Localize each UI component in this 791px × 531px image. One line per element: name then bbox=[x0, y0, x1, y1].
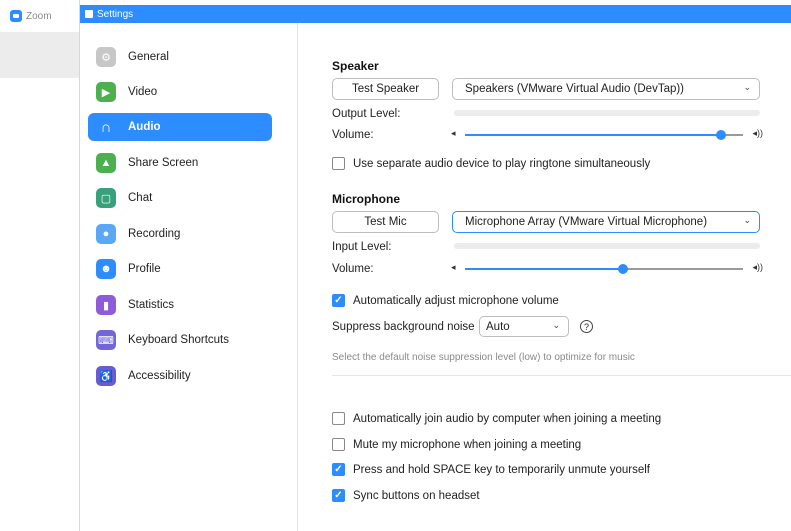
sidebar-item-label: Video bbox=[128, 86, 158, 98]
noise-suppression-hint: Select the default noise suppression lev… bbox=[332, 352, 635, 363]
mic-volume-label: Volume: bbox=[332, 263, 374, 275]
section-divider bbox=[332, 375, 791, 376]
option-checkbox-label: Press and hold SPACE key to temporarily … bbox=[353, 463, 651, 476]
auto-adjust-checkbox-row[interactable]: ✓ Automatically adjust microphone volume bbox=[332, 294, 559, 307]
option-checkbox-row[interactable]: ✓ Press and hold SPACE key to temporarily… bbox=[332, 463, 650, 476]
option-checkbox-row[interactable]: ✓ Sync buttons on headset bbox=[332, 489, 480, 502]
help-icon[interactable]: ? bbox=[580, 320, 593, 333]
speaker-section-title: Speaker bbox=[332, 59, 379, 73]
statistics-icon: ▮ bbox=[96, 295, 116, 315]
sidebar-item-audio[interactable]: ∩ Audio bbox=[88, 113, 272, 141]
chevron-down-icon: ⌄ bbox=[743, 82, 751, 92]
sidebar-item-label: Keyboard Shortcuts bbox=[128, 334, 230, 346]
option-checkbox-row[interactable]: Automatically join audio by computer whe… bbox=[332, 412, 661, 425]
sidebar-item-general[interactable]: ⚙ General bbox=[88, 43, 272, 71]
sidebar-item-label: Chat bbox=[128, 192, 153, 204]
sidebar-item-statistics[interactable]: ▮ Statistics bbox=[88, 291, 272, 319]
microphone-device-value: Microphone Array (VMware Virtual Microph… bbox=[465, 216, 708, 228]
noise-suppression-label: Suppress background noise bbox=[332, 321, 475, 333]
speaker-volume-slider[interactable]: ◂ ◂)) bbox=[451, 128, 763, 142]
sidebar-item-label: Share Screen bbox=[128, 157, 199, 169]
slider-fill bbox=[465, 268, 624, 270]
option-checkbox[interactable]: ✓ bbox=[332, 463, 345, 476]
slider-track bbox=[465, 264, 743, 274]
sidebar-item-label: Profile bbox=[128, 263, 161, 275]
chevron-down-icon: ⌄ bbox=[743, 215, 751, 225]
zoom-logo-icon bbox=[10, 10, 22, 22]
speaker-device-value: Speakers (VMware Virtual Audio (DevTap)) bbox=[465, 83, 685, 95]
ringtone-checkbox-row[interactable]: Use separate audio device to play ringto… bbox=[332, 157, 650, 170]
recording-icon: ● bbox=[96, 224, 116, 244]
option-checkbox-label: Sync buttons on headset bbox=[353, 489, 480, 502]
option-checkbox-label: Automatically join audio by computer whe… bbox=[353, 412, 662, 425]
sidebar-item-profile[interactable]: ☻ Profile bbox=[88, 255, 272, 283]
headphones-icon: ∩ bbox=[100, 118, 112, 136]
volume-low-icon: ◂ bbox=[451, 128, 456, 138]
input-level-label: Input Level: bbox=[332, 241, 392, 253]
slider-fill bbox=[465, 134, 721, 136]
audio-settings-panel: Speaker Test Speaker Speakers (VMware Vi… bbox=[299, 23, 791, 531]
option-checkbox[interactable] bbox=[332, 412, 345, 425]
test-mic-button[interactable]: Test Mic bbox=[332, 211, 439, 233]
speaker-device-select[interactable]: Speakers (VMware Virtual Audio (DevTap))… bbox=[452, 78, 760, 100]
share-screen-icon: ▲ bbox=[96, 153, 116, 173]
sidebar-item-accessibility[interactable]: ♿ Accessibility bbox=[88, 362, 272, 390]
chat-bubble-icon: ▢ bbox=[96, 188, 116, 208]
noise-suppression-value: Auto bbox=[486, 320, 510, 333]
gear-icon: ⚙ bbox=[96, 47, 116, 67]
volume-high-icon: ◂)) bbox=[752, 128, 763, 138]
window-icon bbox=[85, 10, 93, 18]
sidebar-item-video[interactable]: ▶ Video bbox=[88, 78, 272, 106]
profile-icon: ☻ bbox=[96, 259, 116, 279]
settings-sidebar: ⚙ General ▶ Video ∩ Audio ▲ Share Screen ▢ Chat ● R… bbox=[80, 23, 298, 531]
keyboard-icon: ⌨ bbox=[96, 330, 116, 350]
zoom-main-title: Zoom bbox=[26, 10, 52, 22]
option-checkbox-row[interactable]: Mute my microphone when joining a meetin… bbox=[332, 438, 581, 451]
window-title: Settings bbox=[97, 8, 134, 20]
auto-adjust-checkbox[interactable]: ✓ bbox=[332, 294, 345, 307]
settings-titlebar[interactable]: Settings bbox=[80, 5, 791, 23]
volume-low-icon: ◂ bbox=[451, 262, 456, 272]
input-level-meter bbox=[454, 243, 760, 249]
noise-suppression-select[interactable]: Auto ⌄ bbox=[479, 316, 569, 337]
accessibility-icon: ♿ bbox=[96, 366, 116, 386]
option-checkbox[interactable]: ✓ bbox=[332, 489, 345, 502]
sidebar-item-share-screen[interactable]: ▲ Share Screen bbox=[88, 149, 272, 177]
microphone-device-select[interactable]: Microphone Array (VMware Virtual Microph… bbox=[452, 211, 760, 233]
option-checkbox[interactable] bbox=[332, 438, 345, 451]
ringtone-checkbox-label: Use separate audio device to play ringto… bbox=[353, 157, 651, 170]
volume-high-icon: ◂)) bbox=[752, 262, 763, 272]
sidebar-item-recording[interactable]: ● Recording bbox=[88, 220, 272, 248]
option-checkbox-label: Mute my microphone when joining a meetin… bbox=[353, 438, 582, 451]
mic-volume-slider[interactable]: ◂ ◂)) bbox=[451, 262, 763, 276]
ringtone-checkbox[interactable] bbox=[332, 157, 345, 170]
sidebar-item-label: Recording bbox=[128, 228, 181, 240]
slider-track bbox=[465, 130, 743, 140]
microphone-section-title: Microphone bbox=[332, 192, 400, 206]
sidebar-item-label: Statistics bbox=[128, 299, 175, 311]
output-level-meter bbox=[454, 110, 760, 116]
sidebar-item-label: General bbox=[128, 51, 169, 63]
sidebar-item-chat[interactable]: ▢ Chat bbox=[88, 184, 272, 212]
settings-window: Settings ⚙ General ▶ Video ∩ Audio ▲ Share Scre… bbox=[80, 5, 791, 531]
speaker-volume-label: Volume: bbox=[332, 129, 374, 141]
video-camera-icon: ▶ bbox=[96, 82, 116, 102]
auto-adjust-checkbox-label: Automatically adjust microphone volume bbox=[353, 294, 559, 307]
sidebar-item-keyboard-shortcuts[interactable]: ⌨ Keyboard Shortcuts bbox=[88, 326, 272, 354]
chevron-down-icon: ⌄ bbox=[552, 320, 560, 330]
sidebar-item-label: Audio bbox=[128, 121, 161, 133]
zoom-main-panel bbox=[0, 32, 79, 78]
slider-thumb[interactable] bbox=[715, 130, 726, 140]
sidebar-item-label: Accessibility bbox=[128, 370, 191, 382]
output-level-label: Output Level: bbox=[332, 108, 401, 120]
slider-thumb[interactable] bbox=[618, 264, 629, 274]
test-speaker-button[interactable]: Test Speaker bbox=[332, 78, 439, 100]
zoom-main-window: Zoom bbox=[0, 0, 80, 531]
zoom-main-titlebar: Zoom bbox=[0, 0, 79, 32]
